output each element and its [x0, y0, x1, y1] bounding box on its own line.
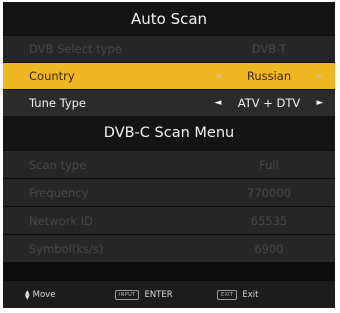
move-hint: ▲ ▼ Move — [3, 288, 115, 301]
country-row[interactable]: Country ◄ Russian ► — [3, 62, 335, 89]
symbol-rate-label: Symbol(ks/s) — [29, 241, 104, 256]
network-id-value: 65535 — [250, 213, 288, 228]
scan-type-value: Full — [259, 157, 279, 172]
up-down-arrows-icon: ▲ ▼ — [25, 288, 30, 301]
auto-scan-panel: Auto Scan DVB Select type DVB-T Country … — [3, 2, 335, 308]
dvb-select-type-row: DVB Select type DVB-T — [3, 35, 335, 62]
country-label: Country — [29, 69, 75, 83]
tune-type-row[interactable]: Tune Type ◄ ATV + DTV ► — [3, 89, 335, 116]
exit-key-icon: EXIT — [217, 289, 238, 300]
arrow-left-icon[interactable]: ◄ — [213, 71, 223, 81]
arrow-left-icon[interactable]: ◄ — [213, 98, 223, 108]
frequency-label: Frequency — [29, 185, 89, 200]
tune-type-label: Tune Type — [29, 96, 87, 110]
symbol-rate-row: Symbol(ks/s) 6900 — [3, 234, 335, 262]
frequency-row: Frequency 770000 — [3, 178, 335, 206]
menu-title: Auto Scan — [3, 2, 335, 35]
frequency-value: 770000 — [247, 185, 291, 200]
footer-bar: ▲ ▼ Move INPUT ENTER EXIT Exit — [3, 281, 335, 308]
country-value: Russian — [246, 69, 292, 83]
scan-type-row: Scan type Full — [3, 150, 335, 178]
network-id-row: Network ID 65535 — [3, 206, 335, 234]
symbol-rate-value: 6900 — [254, 241, 284, 256]
move-label: Move — [32, 289, 56, 300]
enter-hint: INPUT ENTER — [115, 289, 217, 300]
exit-hint: EXIT Exit — [217, 289, 335, 300]
arrow-right-icon[interactable]: ► — [315, 71, 325, 81]
dvb-select-type-value: DVB-T — [251, 42, 287, 56]
tune-type-value: ATV + DTV — [237, 96, 301, 110]
dvb-c-section-title: DVB-C Scan Menu — [3, 116, 335, 150]
enter-label: ENTER — [144, 289, 173, 300]
scan-type-label: Scan type — [29, 157, 87, 172]
exit-label: Exit — [242, 289, 259, 300]
dvb-select-type-label: DVB Select type — [29, 42, 122, 56]
network-id-label: Network ID — [29, 213, 93, 228]
arrow-right-icon[interactable]: ► — [315, 98, 325, 108]
input-key-icon: INPUT — [115, 289, 140, 300]
